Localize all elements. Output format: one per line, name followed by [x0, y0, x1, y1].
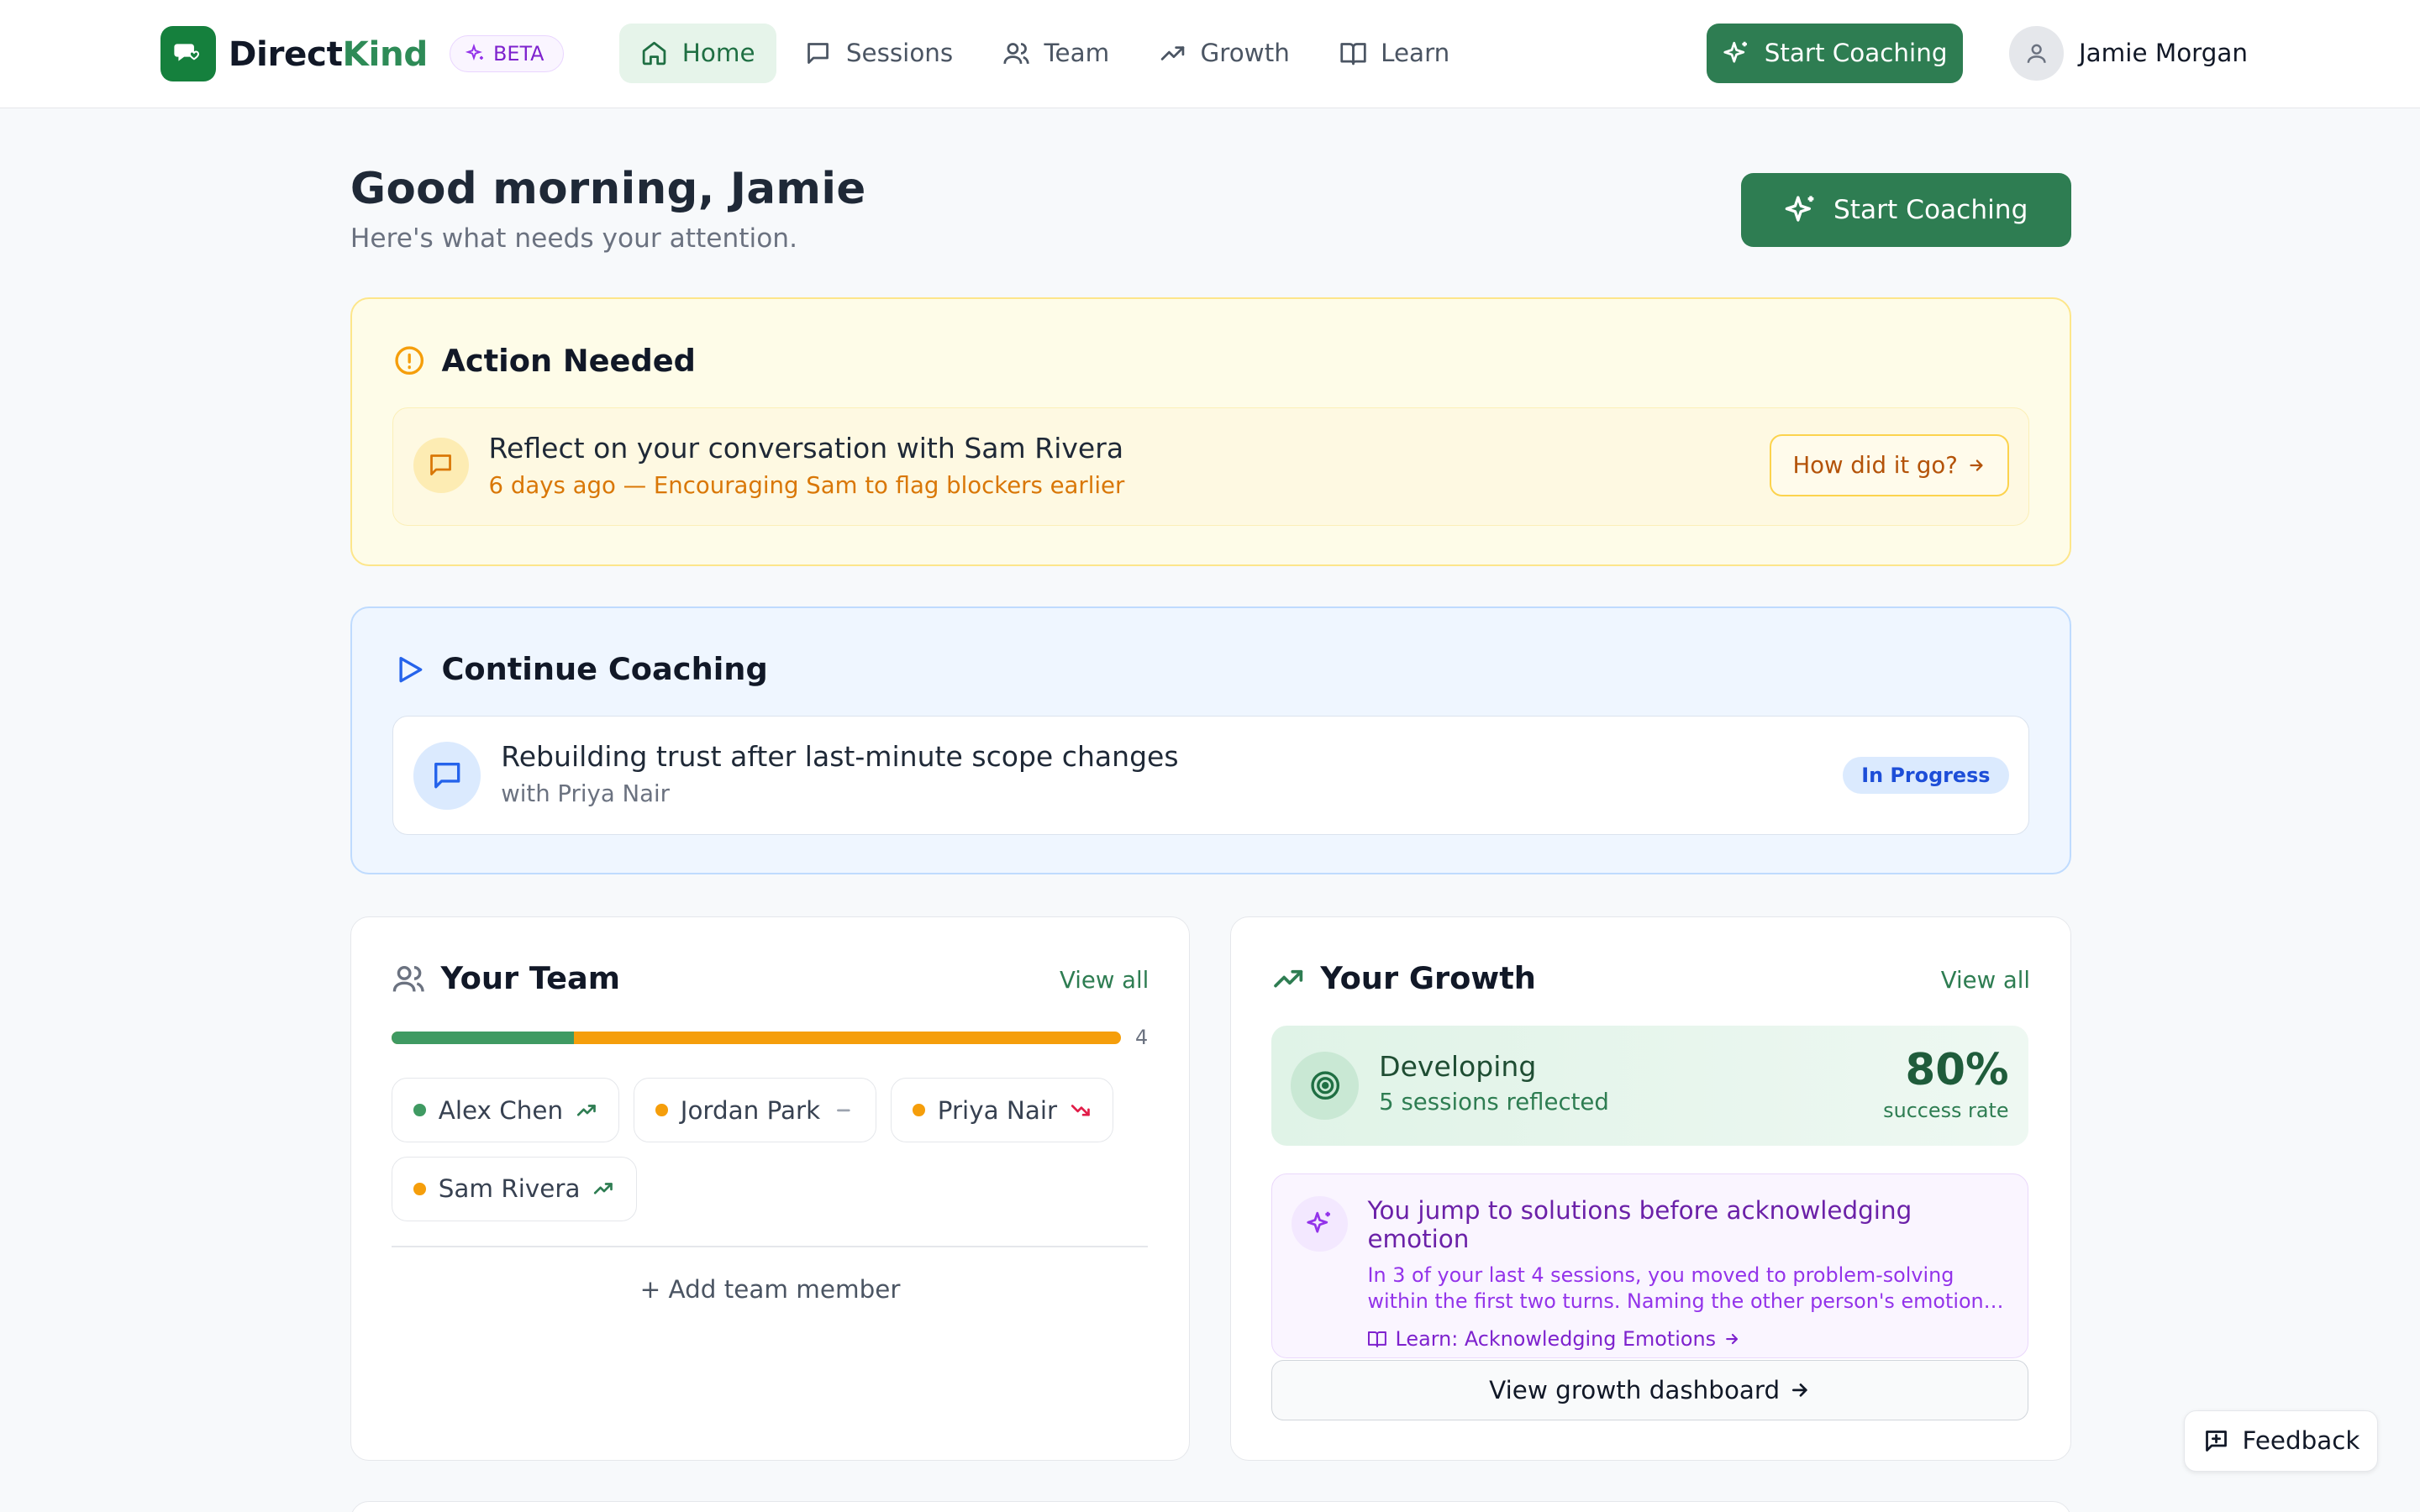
chat-icon	[413, 437, 469, 494]
continue-coaching-header: Continue Coaching	[392, 651, 768, 687]
top-nav-bar: DirectKind BETA Home Sessions Team Growt…	[0, 0, 2420, 108]
greeting: Good morning, Jamie Here's what needs yo…	[350, 164, 866, 254]
team-member-chip[interactable]: Priya Nair	[890, 1078, 1114, 1143]
growth-level-panel: Developing 5 sessions reflected 80% succ…	[1270, 1025, 2029, 1146]
users-icon	[392, 962, 425, 995]
nav-item-growth[interactable]: Growth	[1137, 24, 1311, 84]
status-dot	[655, 1104, 669, 1116]
how-did-it-go-button[interactable]: How did it go?	[1769, 434, 2009, 496]
your-team-card: Your Team View all 4 Alex Chen Jordan Pa…	[350, 916, 1191, 1462]
card-title: Continue Coaching	[441, 651, 768, 688]
page-subtitle: Here's what needs your attention.	[350, 223, 797, 254]
reflection-item[interactable]: Reflect on your conversation with Sam Ri…	[392, 407, 2030, 527]
insight-title: You jump to solutions before acknowledgi…	[1367, 1195, 1912, 1253]
arrow-right-icon	[1967, 456, 1986, 475]
book-icon	[1367, 1329, 1387, 1349]
sessions-reflected: 5 sessions reflected	[1379, 1089, 1609, 1116]
users-icon	[1002, 39, 1030, 67]
team-status-bar-fill	[391, 1031, 574, 1044]
reflection-title: Reflect on your conversation with Sam Ri…	[488, 431, 1124, 465]
team-status-bar	[391, 1031, 1122, 1044]
main-nav: Home Sessions Team Growth Learn	[618, 23, 1471, 84]
nav-item-learn[interactable]: Learn	[1318, 24, 1471, 84]
page-title: Good morning, Jamie	[350, 163, 866, 214]
trend-up-icon	[576, 1100, 597, 1121]
growth-insight: You jump to solutions before acknowledgi…	[1270, 1173, 2029, 1359]
your-growth-card: Your Growth View all Developing 5 sessio…	[1229, 916, 2071, 1462]
sparkles-icon	[1292, 1195, 1348, 1252]
growth-level: Developing	[1379, 1049, 1537, 1083]
status-dot	[413, 1104, 427, 1116]
team-member-list: Alex Chen Jordan Park Priya Nair Sam Riv…	[391, 1078, 1148, 1221]
card-title: Your Team	[440, 960, 621, 997]
nav-item-sessions[interactable]: Sessions	[783, 24, 975, 84]
card-title: Action Needed	[441, 342, 696, 379]
beta-badge: BETA	[449, 35, 564, 73]
sparkles-icon	[1723, 39, 1750, 67]
team-member-chip[interactable]: Jordan Park	[633, 1078, 877, 1143]
target-icon	[1291, 1051, 1360, 1120]
growth-header: Your Growth	[1271, 960, 1536, 996]
success-rate-label: success rate	[1883, 1099, 2009, 1123]
trending-up-icon	[1159, 39, 1186, 67]
status-dot	[913, 1104, 926, 1116]
avatar	[2009, 26, 2064, 81]
action-needed-header: Action Needed	[392, 343, 696, 379]
home-icon	[640, 39, 668, 67]
add-team-member-button[interactable]: + Add team member	[351, 1275, 1189, 1304]
logo-chat-heart-icon	[160, 26, 217, 82]
start-coaching-button[interactable]: Start Coaching	[1740, 172, 2071, 247]
growth-view-all-link[interactable]: View all	[1941, 967, 2030, 994]
message-plus-icon	[2202, 1427, 2230, 1455]
insight-body: In 3 of your last 4 sessions, you moved …	[1367, 1263, 1995, 1313]
action-needed-card: Action Needed Reflect on your conversati…	[350, 297, 2071, 567]
play-icon	[392, 653, 426, 686]
brand-name: DirectKind	[228, 34, 428, 75]
reflection-meta: 6 days ago — Encouraging Sam to flag blo…	[488, 471, 1125, 499]
header-start-coaching-button[interactable]: Start Coaching	[1707, 23, 1964, 84]
logo[interactable]: DirectKind BETA	[160, 26, 564, 82]
trend-down-icon	[1070, 1100, 1092, 1121]
chat-icon	[413, 741, 481, 810]
session-title: Rebuilding trust after last-minute scope…	[501, 739, 1179, 773]
session-item[interactable]: Rebuilding trust after last-minute scope…	[392, 716, 2030, 835]
arrow-right-icon	[1723, 1331, 1740, 1347]
team-view-all-link[interactable]: View all	[1060, 967, 1149, 994]
sparkle-icon	[465, 44, 486, 64]
status-badge: In Progress	[1843, 757, 2009, 795]
team-header: Your Team	[392, 960, 620, 996]
user-name: Jamie Morgan	[2079, 39, 2249, 68]
arrow-right-icon	[1789, 1379, 1811, 1401]
page: DirectKind BETA Home Sessions Team Growt…	[0, 0, 2420, 1512]
divider	[391, 1246, 1148, 1248]
book-icon	[1339, 39, 1367, 67]
sparkles-icon	[1784, 193, 1818, 227]
card-title: Your Growth	[1320, 960, 1536, 997]
session-meta: with Priya Nair	[501, 780, 670, 808]
user-menu[interactable]: Jamie Morgan	[2009, 26, 2249, 81]
chat-icon	[804, 39, 832, 67]
success-rate-value: 80%	[1905, 1045, 2009, 1096]
trend-flat-icon	[833, 1100, 855, 1121]
view-growth-dashboard-button[interactable]: View growth dashboard	[1270, 1360, 2029, 1420]
team-member-chip[interactable]: Sam Rivera	[391, 1156, 637, 1221]
trend-up-icon	[592, 1178, 614, 1200]
nav-item-home[interactable]: Home	[618, 23, 777, 84]
next-section-card	[350, 1501, 2071, 1512]
status-dot	[413, 1182, 427, 1195]
feedback-button[interactable]: Feedback	[2183, 1410, 2379, 1473]
trending-up-icon	[1271, 962, 1305, 995]
team-member-chip[interactable]: Alex Chen	[391, 1078, 620, 1143]
learn-link[interactable]: Learn: Acknowledging Emotions	[1367, 1327, 2007, 1351]
team-count: 4	[1134, 1025, 1149, 1049]
continue-coaching-card: Continue Coaching Rebuilding trust after…	[350, 606, 2071, 875]
nav-item-team[interactable]: Team	[981, 24, 1131, 84]
alert-circle-icon	[392, 344, 426, 377]
